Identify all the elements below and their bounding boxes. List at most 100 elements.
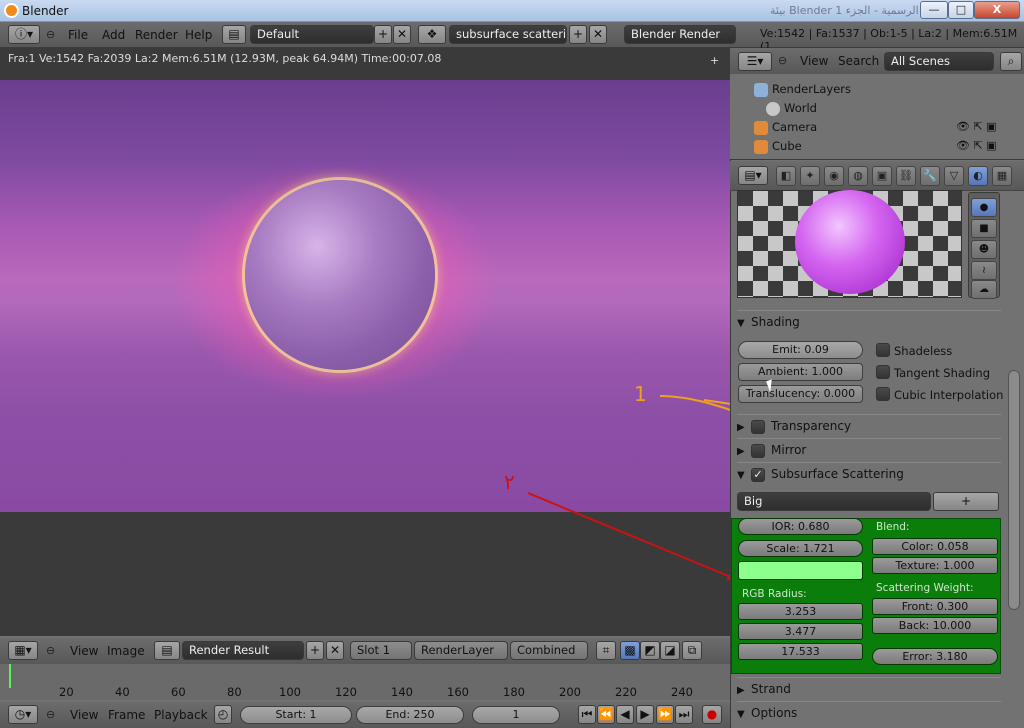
ambient-slider[interactable]: Ambient: 1.000 (738, 363, 863, 381)
preview-monkey-icon[interactable]: ☻ (971, 240, 997, 259)
outliner-editor-icon[interactable]: ☰▾ (738, 52, 772, 71)
image-view-menu[interactable]: View (70, 644, 98, 658)
next-keyframe-icon[interactable]: ⏩ (656, 705, 674, 724)
current-frame-field[interactable]: 1 (472, 706, 560, 724)
emit-slider[interactable]: Emit: 0.09 (738, 341, 863, 359)
remove-layout-icon[interactable]: ✕ (393, 25, 411, 44)
copy-image-icon[interactable]: ⧉ (682, 641, 702, 660)
timeline-frame-menu[interactable]: Frame (108, 708, 145, 722)
sss-checkbox[interactable]: ✓ (751, 467, 765, 482)
start-frame-field[interactable]: Start: 1 (240, 706, 352, 724)
cubic-checkbox[interactable] (876, 387, 890, 401)
image-editor-type-icon[interactable]: ▦▾ (8, 641, 38, 660)
pass-dropdown[interactable]: Combined (510, 641, 588, 660)
jump-start-icon[interactable]: ⏮ (578, 705, 596, 724)
play-icon[interactable]: ▶ (636, 705, 654, 724)
tab-render-icon[interactable]: ◧ (776, 166, 796, 186)
image-image-menu[interactable]: Image (107, 644, 145, 658)
tab-layers-icon[interactable]: ✦ (800, 166, 820, 186)
shading-panel-header[interactable]: ▼ Shading (737, 310, 1001, 332)
jump-end-icon[interactable]: ⏭ (675, 705, 693, 724)
radius-r-slider[interactable]: 3.253 (738, 603, 863, 620)
sss-color-swatch[interactable] (738, 561, 863, 580)
prev-keyframe-icon[interactable]: ⏪ (597, 705, 615, 724)
menu-help[interactable]: Help (185, 28, 212, 42)
timeline-collapse-icon[interactable]: ⊖ (46, 708, 55, 721)
sss-add-preset-button[interactable]: + (933, 492, 999, 511)
scale-slider[interactable]: Scale: 1.721 (738, 540, 863, 557)
transparency-checkbox[interactable] (751, 419, 765, 434)
remove-scene-icon[interactable]: ✕ (589, 25, 607, 44)
current-frame-marker[interactable] (9, 664, 11, 688)
properties-scrollbar[interactable] (1008, 370, 1020, 610)
preview-sphere-icon[interactable]: ● (971, 198, 997, 217)
tangent-checkbox[interactable] (876, 365, 890, 379)
sss-panel-header[interactable]: ▼ ✓ Subsurface Scattering (737, 462, 1001, 484)
image-collapse-icon[interactable]: ⊖ (46, 644, 55, 657)
radius-b-slider[interactable]: 17.533 (738, 643, 863, 660)
alpha-checker-icon[interactable]: ▩ (620, 641, 640, 660)
end-frame-field[interactable]: End: 250 (356, 706, 464, 724)
tab-scene-icon[interactable]: ◉ (824, 166, 844, 186)
add-scene-icon[interactable]: + (569, 25, 587, 44)
collapse-menu-icon[interactable]: ⊖ (46, 28, 55, 41)
preview-hair-icon[interactable]: ≀ (971, 261, 997, 280)
outliner-collapse-icon[interactable]: ⊖ (778, 54, 787, 67)
tab-data-icon[interactable]: ▽ (944, 166, 964, 186)
preview-sky-icon[interactable]: ☁ (971, 280, 997, 299)
draw-channels-icon[interactable]: ⌗ (596, 641, 616, 660)
tab-constraints-icon[interactable]: ⛓ (896, 166, 916, 186)
properties-editor-icon[interactable]: ▤▾ (738, 166, 768, 185)
tab-object-icon[interactable]: ▣ (872, 166, 892, 186)
viewport-plus-icon[interactable]: + (710, 54, 719, 67)
sss-preset-dropdown[interactable]: Big (737, 492, 931, 511)
record-icon[interactable]: ● (702, 705, 722, 724)
mirror-checkbox[interactable] (751, 443, 765, 458)
outliner-view-menu[interactable]: View (800, 54, 828, 68)
ior-slider[interactable]: IOR: 0.680 (738, 518, 863, 535)
outliner-item-renderlayers[interactable]: RenderLayers (754, 80, 851, 99)
slot-dropdown[interactable]: Slot 1 (350, 641, 412, 660)
tab-material-icon[interactable]: ◐ (968, 166, 988, 186)
outliner-scenes-dropdown[interactable]: All Scenes (884, 52, 994, 71)
outliner-search-menu[interactable]: Search (838, 54, 879, 68)
minimize-button[interactable]: — (920, 1, 948, 19)
timeline-view-menu[interactable]: View (70, 708, 98, 722)
timeline-editor-icon[interactable]: ◷▾ (8, 705, 38, 724)
menu-file[interactable]: File (68, 28, 88, 42)
menu-render[interactable]: Render (135, 28, 178, 42)
play-reverse-icon[interactable]: ◀ (616, 705, 634, 724)
front-slider[interactable]: Front: 0.300 (872, 598, 998, 615)
options-panel-header[interactable]: ▼ Options (737, 701, 1001, 723)
blend-texture-slider[interactable]: Texture: 1.000 (872, 557, 998, 574)
blend-color-slider[interactable]: Color: 0.058 (872, 538, 998, 555)
display-alpha-icon[interactable]: ◪ (660, 641, 680, 660)
layout-name-field[interactable]: Default (250, 25, 374, 44)
tab-modifiers-icon[interactable]: 🔧 (920, 166, 940, 186)
outliner-item-world[interactable]: World (766, 99, 817, 118)
shadeless-checkbox[interactable] (876, 343, 890, 357)
scene-name-field[interactable]: subsurface scattering (449, 25, 567, 44)
transparency-panel-header[interactable]: ▶ Transparency (737, 414, 1001, 436)
renderlayer-dropdown[interactable]: RenderLayer (414, 641, 508, 660)
back-slider[interactable]: Back: 10.000 (872, 617, 998, 634)
screen-layout-icon[interactable]: ▤ (222, 25, 246, 44)
editor-type-info-icon[interactable]: ⓘ▾ (8, 25, 40, 44)
radius-g-slider[interactable]: 3.477 (738, 623, 863, 640)
error-slider[interactable]: Error: 3.180 (872, 648, 998, 665)
timeline-playback-menu[interactable]: Playback (154, 708, 208, 722)
strand-panel-header[interactable]: ▶ Strand (737, 677, 1001, 699)
image-browse-icon[interactable]: ▤ (154, 641, 180, 660)
close-button[interactable]: X (974, 1, 1020, 19)
outliner-item-camera[interactable]: Camera (754, 118, 817, 137)
maximize-button[interactable]: □ (948, 1, 974, 19)
scene-icon[interactable]: ❖ (418, 25, 446, 44)
outliner-item-cube[interactable]: Cube (754, 137, 802, 156)
add-layout-icon[interactable]: + (374, 25, 392, 44)
preview-range-icon[interactable]: ◴ (214, 705, 232, 724)
outliner-search-icon[interactable]: ⌕ (1000, 52, 1022, 71)
menu-add[interactable]: Add (102, 28, 125, 42)
tab-texture-icon[interactable]: ▦ (992, 166, 1012, 186)
render-engine-dropdown[interactable]: Blender Render (624, 25, 736, 44)
mirror-panel-header[interactable]: ▶ Mirror (737, 438, 1001, 460)
